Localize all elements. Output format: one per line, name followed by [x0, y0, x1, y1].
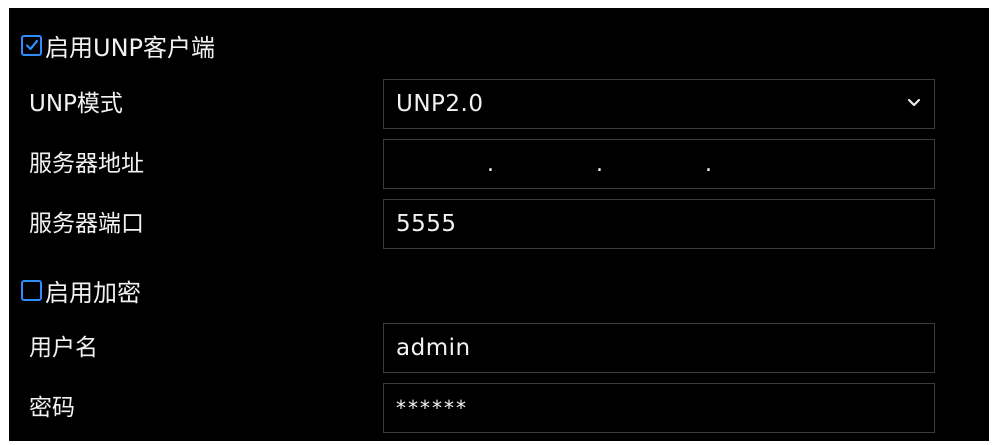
password-row: 密码 ******	[9, 378, 989, 438]
username-row: 用户名 admin	[9, 318, 989, 378]
enable-encryption-row[interactable]: 启用加密	[9, 270, 989, 310]
chevron-down-icon	[907, 98, 921, 107]
username-label: 用户名	[29, 335, 98, 361]
password-input[interactable]: ******	[383, 383, 935, 433]
password-label: 密码	[29, 395, 75, 421]
unp-mode-label: UNP模式	[29, 91, 123, 117]
server-address-row: 服务器地址 . . .	[9, 134, 989, 194]
checkmark-icon	[25, 39, 38, 51]
unp-mode-value: UNP2.0	[396, 91, 484, 117]
enable-unp-client-label: 启用UNP客户端	[45, 33, 215, 62]
unp-mode-select[interactable]: UNP2.0	[383, 79, 935, 129]
server-port-row: 服务器端口 5555	[9, 194, 989, 254]
ip-separator-2: .	[596, 152, 604, 177]
username-input[interactable]: admin	[383, 323, 935, 373]
server-port-input[interactable]: 5555	[383, 199, 935, 249]
enable-unp-client-checkbox[interactable]	[21, 34, 42, 56]
ip-separator-1: .	[487, 152, 495, 177]
server-port-value: 5555	[396, 211, 457, 237]
enable-encryption-label: 启用加密	[45, 278, 141, 307]
server-address-input[interactable]: . . .	[383, 139, 935, 189]
password-value: ******	[396, 396, 468, 420]
ip-separator-3: .	[705, 152, 713, 177]
server-address-label: 服务器地址	[29, 151, 144, 177]
enable-encryption-checkbox[interactable]	[21, 279, 42, 301]
unp-settings-panel: 启用UNP客户端 UNP模式 UNP2.0 服务器地址 . . . 服务器端口 …	[9, 8, 989, 441]
username-value: admin	[396, 335, 471, 361]
unp-mode-row: UNP模式 UNP2.0	[9, 74, 989, 134]
server-port-label: 服务器端口	[29, 211, 144, 237]
enable-unp-client-row[interactable]: 启用UNP客户端	[9, 25, 989, 65]
